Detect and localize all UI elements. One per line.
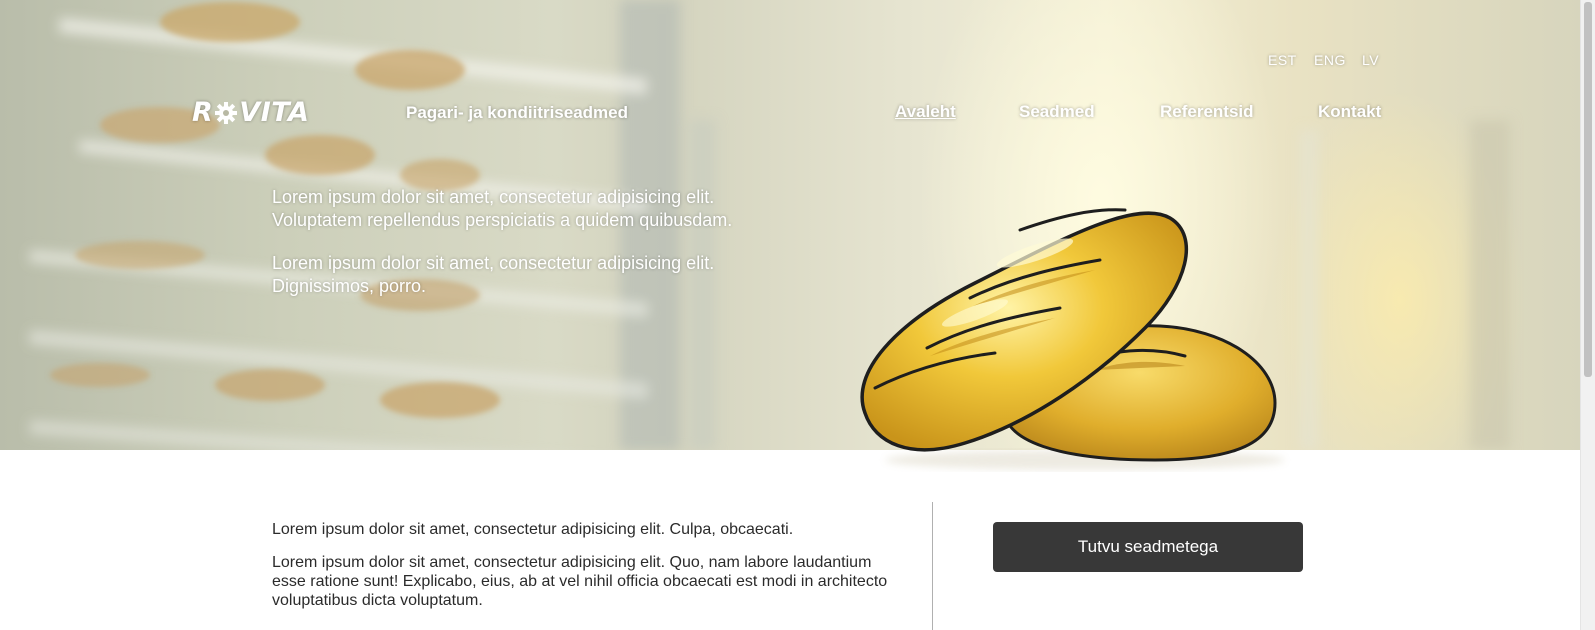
scrollbar-thumb[interactable] xyxy=(1584,2,1592,377)
lang-lv[interactable]: LV xyxy=(1362,52,1379,68)
nav-seadmed[interactable]: Seadmed xyxy=(1019,102,1095,122)
lang-est[interactable]: EST xyxy=(1268,52,1297,68)
bread-loaves-illustration xyxy=(860,208,1285,470)
intro-text: Lorem ipsum dolor sit amet, consectetur … xyxy=(272,520,892,624)
nav-referentsid[interactable]: Referentsid xyxy=(1160,102,1254,122)
vertical-divider xyxy=(932,502,933,630)
gear-logo-icon xyxy=(215,102,238,124)
nav-kontakt[interactable]: Kontakt xyxy=(1318,102,1381,122)
hero-line: Lorem ipsum dolor sit amet, consectetur … xyxy=(272,187,715,207)
logo-text-right: VITA xyxy=(239,97,310,128)
hero-paragraph: Lorem ipsum dolor sit amet, consectetur … xyxy=(272,186,832,232)
content-section: Lorem ipsum dolor sit amet, consectetur … xyxy=(0,450,1580,630)
hero-paragraph: Lorem ipsum dolor sit amet, consectetur … xyxy=(272,252,832,298)
intro-paragraph: Lorem ipsum dolor sit amet, consectetur … xyxy=(272,554,888,609)
rovita-logo[interactable]: R VITA xyxy=(192,96,327,130)
logo-text-left: R xyxy=(192,97,214,128)
nav-avaleht[interactable]: Avaleht xyxy=(895,102,956,122)
tutvu-seadmetega-button[interactable]: Tutvu seadmetega xyxy=(993,522,1303,572)
intro-paragraph: Lorem ipsum dolor sit amet, consectetur … xyxy=(272,521,794,538)
vertical-scrollbar[interactable] xyxy=(1580,0,1595,630)
hero-line: Lorem ipsum dolor sit amet, consectetur … xyxy=(272,253,715,273)
tagline: Pagari- ja kondiitriseadmed xyxy=(406,103,629,122)
hero-banner: EST ENG LV R VITA Pagari- ja kondiitrise… xyxy=(0,0,1580,450)
lang-eng[interactable]: ENG xyxy=(1314,52,1346,68)
hero-line: Dignissimos, porro. xyxy=(272,276,427,296)
hero-line: Voluptatem repellendus perspiciatis a qu… xyxy=(272,210,733,230)
hero-text: Lorem ipsum dolor sit amet, consectetur … xyxy=(272,186,832,318)
